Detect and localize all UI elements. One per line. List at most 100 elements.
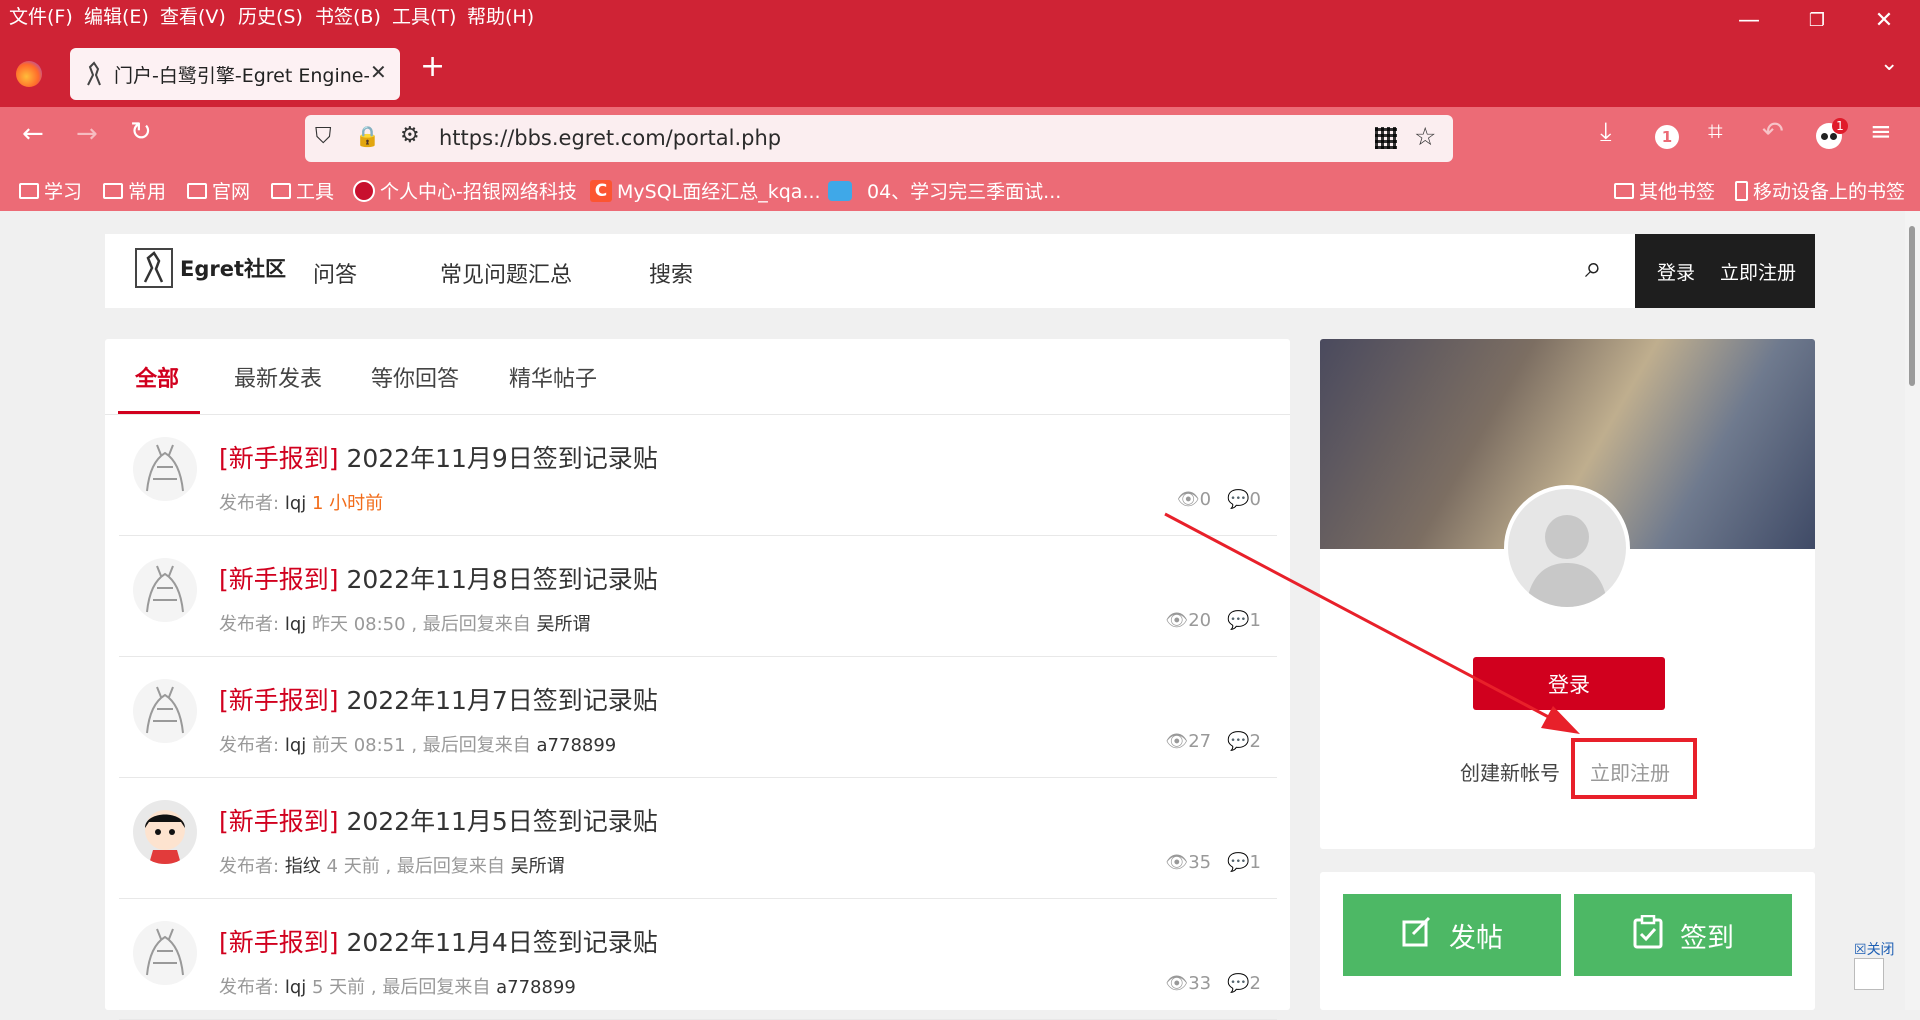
bookmark-interview[interactable]: 04、学习完三季面试... (828, 177, 1061, 204)
post-tag[interactable]: [新手报到] (219, 928, 339, 957)
last-replier[interactable]: 吴所谓 (537, 614, 591, 635)
post-tag[interactable]: [新手报到] (219, 686, 339, 715)
bookmark-folder-study[interactable]: 学习 (19, 177, 82, 204)
last-replier[interactable]: a778899 (496, 977, 576, 998)
list-item[interactable]: [新手报到] 2022年11月7日签到记录贴 发布者: lqj 前天 08:51… (119, 657, 1277, 778)
browser-tab[interactable]: 门户-白鹭引擎-Egret Engine-务 ✕ (70, 48, 400, 100)
menu-help[interactable]: 帮助(H) (467, 2, 534, 29)
reload-icon[interactable]: ↻ (130, 117, 152, 147)
forward-icon[interactable]: → (76, 119, 98, 149)
list-item[interactable]: [新手报到] 2022年11月8日签到记录贴 发布者: lqj 昨天 08:50… (119, 536, 1277, 657)
post-title-text[interactable]: 2022年11月8日签到记录贴 (346, 565, 657, 594)
avatar[interactable] (133, 679, 197, 743)
scrollbar[interactable] (1905, 211, 1920, 1010)
avatar[interactable] (133, 437, 197, 501)
last-replier[interactable]: a778899 (537, 735, 617, 756)
post-author[interactable]: 指纹 (285, 856, 321, 877)
undo-close-icon[interactable]: ↶ (1762, 117, 1784, 147)
tab-all[interactable]: 全部 (135, 361, 179, 393)
post-tag[interactable]: [新手报到] (219, 444, 339, 473)
egret-logo-icon[interactable] (135, 248, 173, 288)
post-author[interactable]: lqj (285, 977, 306, 998)
bookmark-personal-center[interactable]: 个人中心-招银网络科技 (353, 177, 577, 204)
menu-file[interactable]: 文件(F) (9, 2, 73, 29)
post-author[interactable]: lqj (285, 735, 306, 756)
url-text[interactable]: https://bbs.egret.com/portal.php (439, 126, 781, 150)
password-manager-icon[interactable]: 1 (1655, 125, 1679, 149)
login-card: 登录 创建新帐号 立即注册 (1320, 339, 1815, 849)
tab-close-icon[interactable]: ✕ (370, 60, 387, 84)
post-button[interactable]: 发帖 (1343, 894, 1561, 976)
list-item[interactable]: [新手报到] 2022年11月4日签到记录贴 发布者: lqj 5 天前 , 最… (119, 899, 1277, 1020)
shield-icon[interactable]: ⛉ (315, 124, 332, 149)
url-bar[interactable]: ⛉ 🔒 ⚙ https://bbs.egret.com/portal.php ☆ (305, 115, 1453, 162)
menu-history[interactable]: 历史(S) (238, 2, 303, 29)
post-title[interactable]: [新手报到] 2022年11月5日签到记录贴 (219, 802, 658, 838)
tab-list-chevron-icon[interactable]: ⌄ (1880, 51, 1898, 76)
view-count-value: 33 (1188, 973, 1212, 994)
folder-icon (187, 182, 207, 199)
back-icon[interactable]: ← (22, 119, 44, 149)
post-title[interactable]: [新手报到] 2022年11月4日签到记录贴 (219, 923, 658, 959)
float-widget-icon[interactable] (1854, 958, 1884, 990)
post-title-text[interactable]: 2022年11月5日签到记录贴 (346, 807, 657, 836)
bookmark-label: 常用 (128, 181, 167, 203)
bookmark-mobile[interactable]: 移动设备上的书签 (1735, 177, 1905, 204)
search-icon[interactable]: ⌕ (1585, 250, 1602, 285)
firefox-icon[interactable] (16, 61, 42, 87)
bookmark-folder-official[interactable]: 官网 (187, 177, 250, 204)
header-register-link[interactable]: 立即注册 (1720, 258, 1796, 285)
download-icon[interactable]: ⤓ (1600, 117, 1612, 148)
bookmark-folder-common[interactable]: 常用 (103, 177, 166, 204)
post-title[interactable]: [新手报到] 2022年11月8日签到记录贴 (219, 560, 658, 596)
avatar[interactable] (133, 800, 197, 864)
menu-bookmarks[interactable]: 书签(B) (315, 2, 381, 29)
post-author[interactable]: lqj (285, 614, 306, 635)
post-title-text[interactable]: 2022年11月4日签到记录贴 (346, 928, 657, 957)
menu-view[interactable]: 查看(V) (160, 2, 226, 29)
new-tab-icon[interactable]: + (420, 49, 445, 84)
float-close-link[interactable]: ☒关闭 (1854, 939, 1895, 959)
post-tag[interactable]: [新手报到] (219, 565, 339, 594)
sidebar-login-button[interactable]: 登录 (1473, 657, 1665, 710)
app-menu-icon[interactable]: ≡ (1870, 117, 1892, 147)
tab-unanswered[interactable]: 等你回答 (371, 361, 459, 393)
post-title-text[interactable]: 2022年11月7日签到记录贴 (346, 686, 657, 715)
site-logo-text[interactable]: Egret社区 (180, 253, 286, 283)
bookmark-label: 学习 (44, 181, 83, 203)
post-title[interactable]: [新手报到] 2022年11月7日签到记录贴 (219, 681, 658, 717)
avatar[interactable] (133, 558, 197, 622)
nav-search[interactable]: 搜索 (649, 257, 693, 289)
cmb-logo-icon (353, 179, 375, 202)
post-author[interactable]: lqj (285, 493, 306, 514)
bookmark-star-icon[interactable]: ☆ (1414, 122, 1436, 151)
bookmark-folder-tools[interactable]: 工具 (271, 177, 334, 204)
post-title[interactable]: [新手报到] 2022年11月9日签到记录贴 (219, 439, 658, 475)
scrollbar-thumb[interactable] (1909, 226, 1915, 386)
sidebar-register-link[interactable]: 立即注册 (1590, 757, 1670, 786)
lock-icon[interactable]: 🔒 (355, 124, 380, 148)
tab-featured[interactable]: 精华帖子 (509, 361, 597, 393)
screenshot-crop-icon[interactable]: ⌗ (1708, 117, 1723, 148)
post-title-text[interactable]: 2022年11月9日签到记录贴 (346, 444, 657, 473)
bookmark-mysql[interactable]: C MySQL面经汇总_kqa... (590, 177, 821, 204)
list-item[interactable]: [新手报到] 2022年11月5日签到记录贴 发布者: 指纹 4 天前 , 最后… (119, 778, 1277, 899)
nav-qa[interactable]: 问答 (313, 257, 357, 289)
qr-code-icon[interactable] (1375, 127, 1397, 149)
last-replier[interactable]: 吴所谓 (511, 856, 565, 877)
tab-latest[interactable]: 最新发表 (234, 361, 322, 393)
menu-edit[interactable]: 编辑(E) (84, 2, 149, 29)
default-avatar-icon (1504, 485, 1630, 611)
site-header: Egret社区 问答 常见问题汇总 搜索 ⌕ 登录 立即注册 (105, 234, 1815, 308)
avatar[interactable] (133, 921, 197, 985)
post-stats: 👁0 💬0 (1177, 489, 1261, 510)
menu-tools[interactable]: 工具(T) (392, 2, 456, 29)
post-tag[interactable]: [新手报到] (219, 807, 339, 836)
checkin-button[interactable]: 签到 (1574, 894, 1792, 976)
nav-faq[interactable]: 常见问题汇总 (440, 257, 572, 289)
header-login-link[interactable]: 登录 (1657, 258, 1695, 285)
site-permissions-icon[interactable]: ⚙ (400, 123, 420, 148)
list-item[interactable]: [新手报到] 2022年11月9日签到记录贴 发布者: lqj 1 小时前 👁0… (119, 415, 1277, 536)
bookmark-other[interactable]: 其他书签 (1614, 177, 1715, 204)
eye-icon: 👁 (1165, 610, 1189, 631)
